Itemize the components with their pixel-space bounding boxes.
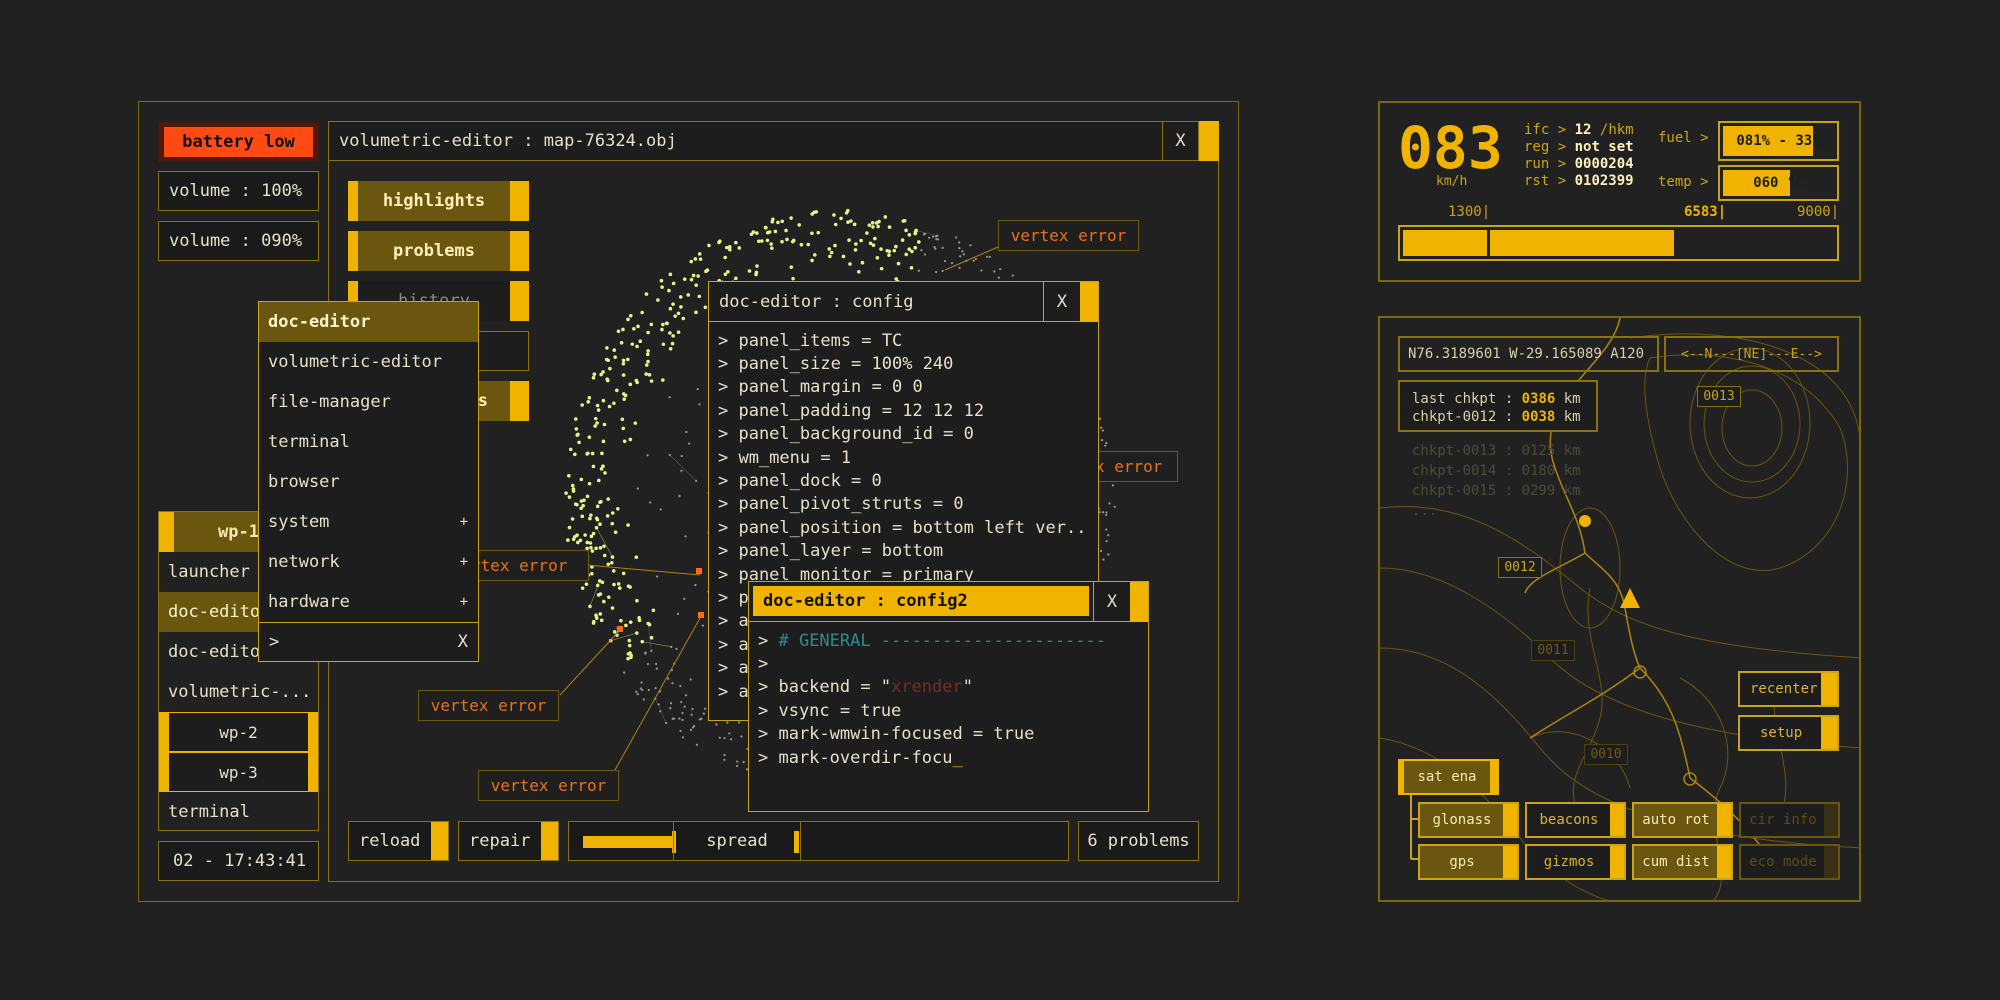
launcher-menu: doc-editor volumetric-editor file-manager t… — [258, 301, 479, 662]
problems-count[interactable]: 6 problems — [1078, 821, 1199, 861]
config-window-accent-tab — [1080, 282, 1098, 322]
fuel-gauge: 081% - 33L — [1718, 121, 1839, 161]
temp-label: temp > — [1658, 174, 1709, 190]
upcoming-checkpoint: chkpt-0014 : 0180 km — [1412, 463, 1581, 479]
launcher-menu-item-doc-editor[interactable]: doc-editor — [259, 302, 478, 342]
speed-info-list: ifc > 12 /hkm reg > not set run > 0000204… — [1524, 122, 1634, 190]
nav-toggle-auto-rot[interactable]: auto rot — [1632, 802, 1733, 838]
map-marker-0013[interactable]: 0013 — [1697, 386, 1741, 407]
temp-value: 060 °C — [1753, 175, 1804, 191]
fuel-value: 081% - 33L — [1736, 133, 1821, 149]
vertex-error-label-2[interactable]: x error — [1088, 451, 1178, 482]
speed-info-row: rst > 0102399 — [1524, 173, 1634, 189]
launcher-menu-item-terminal[interactable]: terminal — [259, 422, 478, 462]
rpm-bar-fill — [1490, 230, 1674, 256]
nav-toggle-cir-info[interactable]: cir info — [1739, 802, 1840, 838]
nav-coordinates: N76.3189601 W-29.165089 A120 — [1398, 336, 1659, 372]
launcher-menu-item-volumetric-editor[interactable]: volumetric-editor — [259, 342, 478, 382]
nav-heading: <--N---[NE]---E--> — [1664, 336, 1839, 372]
vertex-error-label-3[interactable]: rtex error — [466, 550, 589, 581]
speed-info-row: ifc > 12 /hkm — [1524, 122, 1634, 138]
nav-toggle-glonass[interactable]: glonass — [1418, 802, 1519, 838]
upcoming-checkpoint: chkpt-0015 : 0299 km — [1412, 483, 1581, 499]
nav-toggle-cum-dist[interactable]: cum dist — [1632, 844, 1733, 880]
config-line[interactable]: > panel_size = 100% 240 — [718, 352, 1088, 375]
speed-unit: km/h — [1436, 174, 1468, 189]
rpm-bar — [1398, 225, 1839, 261]
nav-buttons-row-1: glonass beacons auto rot cir info — [1418, 802, 1840, 838]
upcoming-checkpoint: chkpt-0013 : 0125 km — [1412, 443, 1581, 459]
config-line[interactable]: > panel_pivot_struts = 0 — [718, 493, 1088, 516]
config2-window-titlebar: doc-editor : config2 — [749, 582, 1094, 622]
launcher-menu-item-browser[interactable]: browser — [259, 462, 478, 502]
launcher-menu-item-file-manager[interactable]: file-manager — [259, 382, 478, 422]
config-line[interactable]: > panel_position = bottom left ver... — [718, 516, 1088, 539]
speed-info-row: run > 0000204 — [1524, 156, 1634, 172]
config-window-titlebar: doc-editor : config — [709, 282, 1044, 322]
nav-toggle-eco-mode[interactable]: eco mode — [1739, 844, 1840, 880]
config-line[interactable]: > panel_dock = 0 — [718, 469, 1088, 492]
fuel-label: fuel > — [1658, 130, 1709, 146]
error-vertex-marker — [617, 626, 623, 632]
checkpoint-box: last chkpt : 0386 km chkpt-0012 : 0038 k… — [1398, 380, 1598, 432]
config2-lines[interactable]: > # GENERAL ---------------------- > > b… — [758, 629, 1138, 769]
nav-toggle-gizmos[interactable]: gizmos — [1525, 844, 1626, 880]
rpm-tick-2: 6583| — [1684, 204, 1727, 220]
sat-ena-toggle[interactable]: sat ena — [1398, 759, 1499, 795]
vertex-error-label-4[interactable]: vertex error — [418, 690, 559, 721]
speed-info-row: reg > not set — [1524, 139, 1634, 155]
error-vertex-marker — [696, 568, 702, 574]
vertex-error-label-1[interactable]: vertex error — [998, 220, 1139, 251]
config-line[interactable]: > wm_menu = 1 — [718, 446, 1088, 469]
reload-button[interactable]: reload — [348, 821, 449, 861]
recenter-button[interactable]: recenter — [1738, 671, 1839, 707]
config-line[interactable]: > panel_layer = bottom — [718, 540, 1088, 563]
rpm-tick-3: 9000| — [1797, 204, 1840, 220]
launcher-search-input[interactable]: > X — [259, 622, 478, 661]
config2-window-close-button[interactable]: X — [1094, 582, 1130, 622]
launcher-menu-item-system[interactable]: system + — [259, 502, 478, 542]
launcher-close-button[interactable]: X — [458, 632, 468, 652]
repair-button[interactable]: repair — [458, 821, 559, 861]
config-line[interactable]: > panel_padding = 12 12 12 — [718, 399, 1088, 422]
map-marker-0010[interactable]: 0010 — [1584, 744, 1628, 765]
config2-window: doc-editor : config2 X > # GENERAL -----… — [748, 581, 1149, 812]
setup-button[interactable]: setup — [1738, 715, 1839, 751]
spread-slider[interactable]: spread — [568, 821, 1069, 861]
nav-buttons-row-2: gps gizmos cum dist eco mode — [1418, 844, 1840, 880]
temp-gauge: 060 °C — [1718, 165, 1839, 201]
config2-window-accent-tab — [1130, 582, 1148, 622]
map-marker-0012[interactable]: 0012 — [1498, 557, 1542, 578]
upcoming-checkpoints: chkpt-0013 : 0125 km chkpt-0014 : 0180 km… — [1412, 441, 1581, 521]
route-node — [1579, 515, 1591, 527]
config-line[interactable]: > panel_margin = 0 0 — [718, 376, 1088, 399]
rpm-tick-1: 1300| — [1448, 204, 1491, 220]
upcoming-checkpoint: ... — [1412, 503, 1438, 519]
config-line[interactable]: > panel_items = TC — [718, 329, 1088, 352]
config-window-close-button[interactable]: X — [1044, 282, 1080, 322]
error-vertex-marker — [698, 612, 704, 618]
config-line[interactable]: > panel_background_id = 0 — [718, 423, 1088, 446]
vertex-error-label-5[interactable]: vertex error — [478, 770, 619, 801]
nav-toggle-gps[interactable]: gps — [1418, 844, 1519, 880]
nav-toggle-beacons[interactable]: beacons — [1525, 802, 1626, 838]
spread-slider-fill — [583, 836, 676, 848]
config2-window-title: doc-editor : config2 — [753, 586, 1089, 616]
launcher-menu-item-network[interactable]: network + — [259, 542, 478, 582]
map-marker-0011[interactable]: 0011 — [1531, 640, 1575, 661]
rpm-bar-idle-segment — [1403, 230, 1487, 256]
config-window-title: doc-editor : config — [719, 291, 914, 312]
spread-label-box: spread — [673, 822, 801, 860]
launcher-menu-item-hardware[interactable]: hardware + — [259, 582, 478, 622]
